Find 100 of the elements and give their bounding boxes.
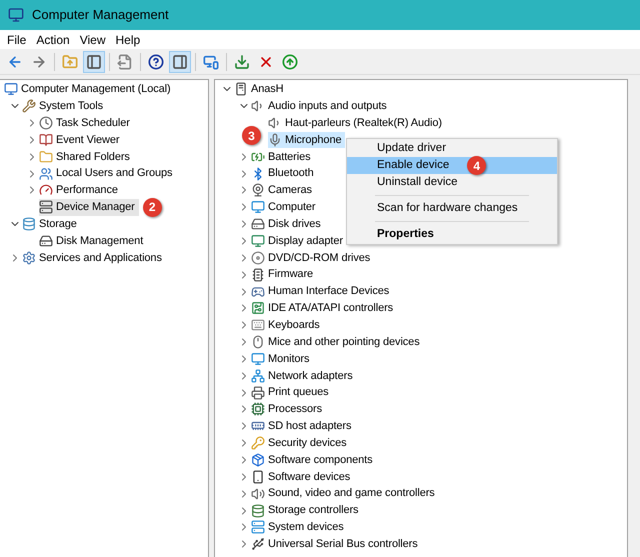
- phone-icon: [251, 470, 265, 484]
- menu-item-label: Update driver: [377, 140, 446, 156]
- menu-item-label: Enable device: [377, 158, 450, 173]
- menu-item[interactable]: Help: [110, 30, 146, 48]
- tree-item[interactable]: Keyboards: [251, 316, 324, 334]
- package-icon: [251, 452, 265, 467]
- speaker-icon: [251, 486, 265, 501]
- tree-item[interactable]: Sound, video and game controllers: [251, 485, 439, 502]
- step-badge: 3: [242, 126, 261, 146]
- drive-icon: [39, 234, 53, 248]
- forward-icon: [31, 54, 47, 70]
- window-title: Computer Management: [32, 6, 169, 24]
- panel-icon: [86, 54, 102, 70]
- monitor-icon: [251, 234, 265, 248]
- tree-item[interactable]: Device Manager: [39, 198, 139, 216]
- webcam-icon: [251, 183, 265, 198]
- toolbar-button[interactable]: [83, 50, 105, 72]
- keyboard-icon: [251, 318, 265, 332]
- tree-item[interactable]: Universal Serial Bus controllers: [251, 536, 422, 553]
- context-menu-item[interactable]: Properties: [347, 226, 557, 243]
- tree-item[interactable]: Storage: [22, 216, 81, 233]
- tree-item[interactable]: Human Interface Devices: [251, 283, 394, 300]
- tree-item[interactable]: Mice and other pointing devices: [251, 334, 424, 350]
- server-icon: [251, 520, 265, 534]
- menu-item[interactable]: Action: [31, 30, 75, 48]
- printer-icon: [251, 386, 265, 400]
- tree-item[interactable]: AnasH: [234, 81, 288, 98]
- device-icon: [39, 200, 53, 214]
- mouse-icon: [251, 335, 265, 350]
- tree-item[interactable]: Event Viewer: [39, 132, 124, 148]
- menu-item-label: Scan for hardware changes: [377, 200, 518, 216]
- back-icon: [7, 54, 23, 70]
- database-icon: [251, 504, 265, 518]
- monitor-icon: [251, 200, 265, 214]
- tree-item[interactable]: Processors: [251, 401, 326, 418]
- tree-item[interactable]: Computer Management (Local): [4, 81, 175, 98]
- tree-item[interactable]: Audio inputs and outputs: [251, 98, 391, 115]
- tree-item[interactable]: Cameras: [251, 182, 316, 199]
- tree-item[interactable]: IDE ATA/ATAPI controllers: [251, 300, 398, 317]
- tree-item[interactable]: Task Scheduler: [39, 114, 134, 132]
- chip-icon: [251, 268, 265, 282]
- tree-item[interactable]: Services and Applications: [22, 249, 166, 266]
- gauge-icon: [39, 183, 53, 198]
- menu-item-label: Properties: [377, 226, 434, 242]
- disc-icon: [251, 250, 265, 265]
- wrench-icon: [22, 99, 36, 114]
- tree-item[interactable]: Software components: [251, 452, 376, 468]
- tree-item[interactable]: Network adapters: [251, 367, 357, 384]
- context-menu-item[interactable]: Scan for hardware changes: [347, 200, 557, 217]
- tree-item[interactable]: Microphone: [268, 132, 346, 148]
- tree-item[interactable]: Display adapter: [251, 232, 347, 250]
- tree-item[interactable]: Disk Management: [39, 232, 148, 250]
- computer-icon: [4, 82, 18, 96]
- context-menu-item[interactable]: Uninstall device: [347, 174, 557, 191]
- tree-item[interactable]: Monitors: [251, 350, 314, 368]
- tree-item[interactable]: Print queues: [251, 384, 333, 402]
- context-menu-item[interactable]: Update driver: [347, 140, 557, 157]
- tree-item[interactable]: Shared Folders: [39, 148, 134, 166]
- tree-item[interactable]: Haut-parleurs (Realtek(R) Audio): [268, 114, 446, 132]
- step-badge: 2: [142, 198, 162, 217]
- tree-item[interactable]: Software devices: [251, 468, 354, 486]
- key-icon: [251, 436, 265, 450]
- gamepad-icon: [251, 284, 265, 299]
- folder-up-icon: [62, 54, 78, 70]
- monitor-icon: [203, 54, 219, 70]
- tree-item[interactable]: Security devices: [251, 434, 350, 452]
- export-icon: [117, 54, 133, 70]
- tree-item[interactable]: DVD/CD-ROM drives: [251, 249, 374, 266]
- device-icon: [234, 54, 250, 70]
- tree-item[interactable]: Local Users and Groups: [39, 165, 176, 182]
- tree-item[interactable]: Computer: [251, 198, 320, 216]
- usb-icon: [251, 537, 265, 552]
- cpu-icon: [251, 402, 265, 416]
- drive-icon: [251, 217, 265, 232]
- tree-item[interactable]: System devices: [251, 518, 348, 536]
- context-menu-item[interactable]: Enable device 4: [347, 157, 557, 174]
- tree-item[interactable]: Firmware: [251, 266, 318, 284]
- step-badge: 4: [467, 156, 486, 175]
- tree-item[interactable]: Bluetooth: [251, 165, 318, 182]
- gear-icon: [22, 250, 36, 265]
- computer-icon: [234, 82, 248, 96]
- tree-item[interactable]: Performance: [39, 182, 122, 199]
- menu-item[interactable]: View: [74, 30, 110, 48]
- toolbar-button[interactable]: [169, 50, 191, 72]
- folder-icon: [39, 150, 53, 164]
- book-icon: [39, 132, 53, 147]
- microphone-icon: [268, 132, 282, 147]
- clock-icon: [39, 116, 53, 130]
- help-icon: [148, 54, 164, 70]
- monitor-icon: [251, 352, 265, 366]
- tree-item[interactable]: Batteries: [251, 148, 315, 166]
- tree-item[interactable]: Storage controllers: [251, 502, 362, 519]
- circuit-board-icon: [251, 301, 265, 316]
- tree-item[interactable]: Disk drives: [251, 216, 325, 233]
- tree-item[interactable]: SD host adapters: [251, 418, 356, 435]
- network-icon: [251, 368, 265, 383]
- database-icon: [22, 217, 36, 232]
- menu-item[interactable]: File: [2, 30, 32, 48]
- tree-item[interactable]: System Tools: [22, 98, 108, 115]
- panel-icon: [172, 54, 188, 70]
